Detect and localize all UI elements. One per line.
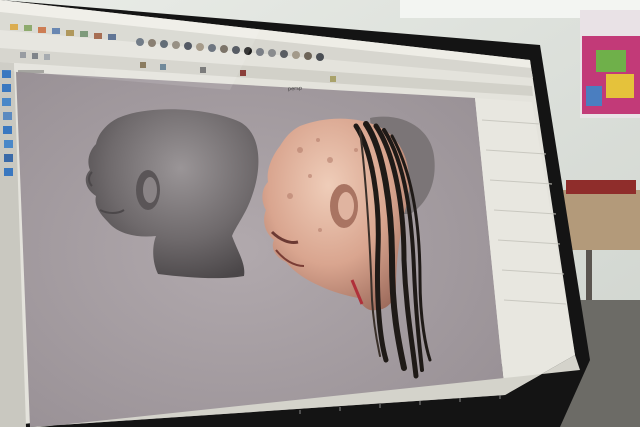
photo-scene <box>0 0 640 427</box>
viewport[interactable] <box>16 72 505 427</box>
viewport-label: persp <box>287 85 303 93</box>
chair <box>566 180 636 194</box>
wall-poster <box>580 10 640 118</box>
